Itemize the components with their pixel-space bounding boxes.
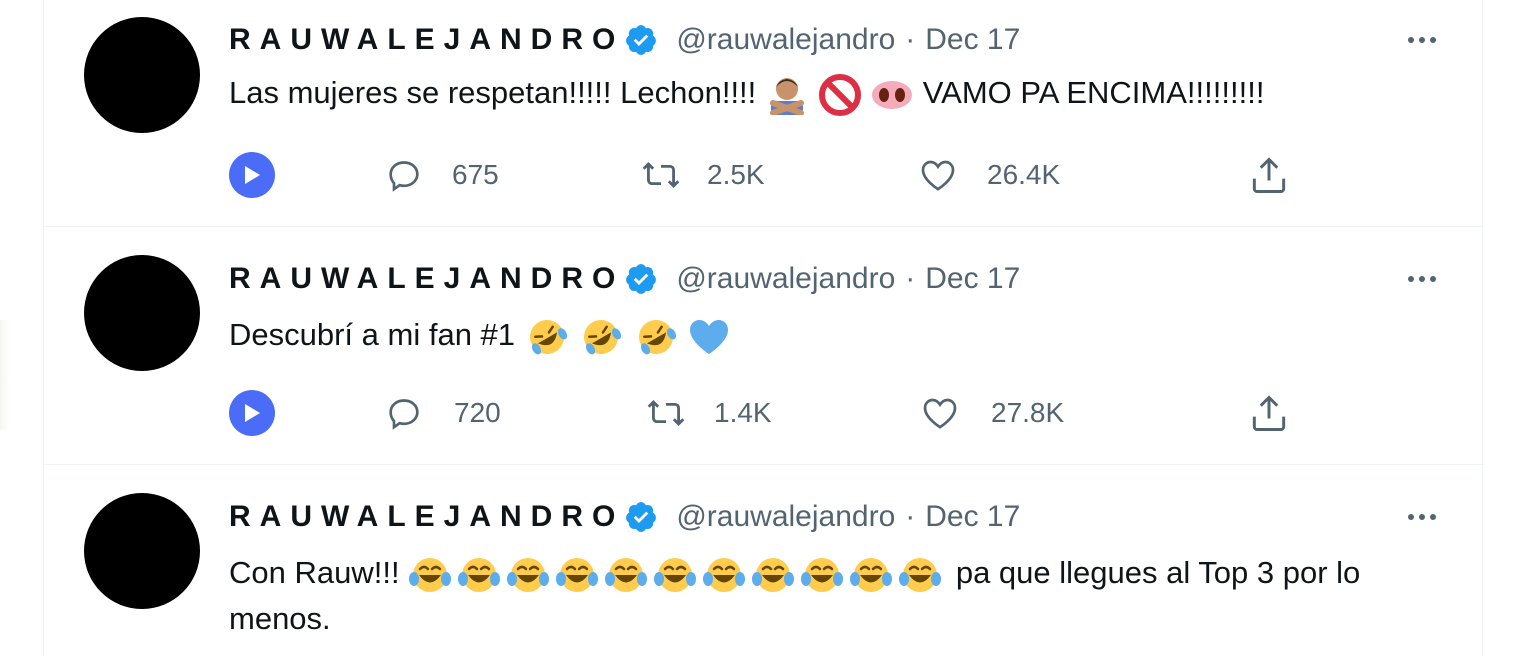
- tweet-header: RAUWALEJANDRO @rauwalejandro · Dec 17: [229, 20, 1020, 60]
- share-icon: [1252, 157, 1286, 193]
- prohibited-emoji: [818, 73, 861, 116]
- reply-count: 720: [454, 397, 501, 428]
- tweet[interactable]: RAUWALEJANDRO @rauwalejandro · Dec 17 La…: [44, 0, 1484, 227]
- tweet-actions: 720 1.4K 27.8K: [229, 390, 1289, 436]
- like-button[interactable]: 27.8K: [919, 390, 1064, 436]
- display-name[interactable]: RAUWALEJANDRO: [229, 23, 624, 57]
- retweet-icon: [642, 161, 680, 189]
- tweet[interactable]: RAUWALEJANDRO @rauwalejandro · Dec 17 De…: [44, 227, 1484, 465]
- tears-of-joy-emoji: [899, 557, 942, 592]
- heart-icon: [921, 160, 955, 191]
- tears-of-joy-emoji: [752, 557, 795, 592]
- retweet-count: 1.4K: [714, 397, 772, 428]
- person-gesturing-no-emoji: [769, 77, 804, 115]
- tears-of-joy-emoji: [654, 557, 697, 592]
- tears-of-joy-emoji: [507, 557, 550, 592]
- tweet-actions: 675 2.5K 26.4K: [229, 152, 1289, 198]
- tears-of-joy-emoji: [801, 557, 844, 592]
- more-options-icon[interactable]: [1400, 259, 1444, 299]
- separator: ·: [905, 23, 916, 56]
- like-button[interactable]: 26.4K: [917, 152, 1060, 198]
- pig-nose-emoji: [872, 80, 913, 109]
- tweet-header: RAUWALEJANDRO @rauwalejandro · Dec 17: [229, 259, 1020, 299]
- avatar[interactable]: [84, 17, 200, 133]
- handle[interactable]: @rauwalejandro: [676, 23, 895, 57]
- verified-badge-icon: [626, 25, 657, 55]
- handle[interactable]: @rauwalejandro: [676, 262, 895, 296]
- like-count: 26.4K: [987, 159, 1061, 190]
- tweet-text: Con Rauw!!! pa que llegues al Top 3 por …: [229, 550, 1449, 642]
- avatar[interactable]: [84, 493, 200, 609]
- tears-of-joy-emoji: [458, 557, 501, 592]
- tweet-header: RAUWALEJANDRO @rauwalejandro · Dec 17: [229, 497, 1020, 537]
- tweet-text-part: Con Rauw!!!: [229, 555, 400, 590]
- share-icon: [1252, 395, 1286, 431]
- tears-of-joy-emoji: [409, 557, 452, 592]
- verified-badge-icon: [626, 264, 657, 294]
- retweet-count: 2.5K: [707, 159, 765, 190]
- reply-button[interactable]: 675: [384, 152, 499, 198]
- tweet[interactable]: RAUWALEJANDRO @rauwalejandro · Dec 17 Co…: [44, 465, 1484, 656]
- tweet-text-part: Las mujeres se respetan!!!!! Lechon!!!!: [229, 75, 757, 110]
- timestamp[interactable]: Dec 17: [925, 262, 1020, 296]
- reply-icon: [389, 161, 419, 192]
- timestamp[interactable]: Dec 17: [925, 23, 1020, 57]
- retweet-button[interactable]: 2.5K: [639, 152, 765, 198]
- more-options-icon[interactable]: [1400, 497, 1444, 537]
- display-name[interactable]: RAUWALEJANDRO: [229, 262, 624, 296]
- share-button[interactable]: [1247, 390, 1291, 436]
- tweet-text-part: VAMO PA ENCIMA!!!!!!!!!: [922, 75, 1265, 110]
- reply-icon: [389, 399, 419, 430]
- avatar[interactable]: [84, 255, 200, 371]
- play-icon: [245, 166, 260, 184]
- heart-icon: [923, 398, 957, 429]
- rofl-emoji: [638, 319, 676, 355]
- blue-heart-emoji: [689, 319, 728, 354]
- tweet-feed: RAUWALEJANDRO @rauwalejandro · Dec 17 La…: [43, 0, 1484, 656]
- more-options-icon[interactable]: [1400, 20, 1444, 60]
- separator: ·: [905, 500, 916, 533]
- like-count: 27.8K: [991, 397, 1065, 428]
- play-button[interactable]: [229, 390, 275, 436]
- tweet-text: Las mujeres se respetan!!!!! Lechon!!!! …: [229, 70, 1449, 117]
- reply-count: 675: [452, 159, 499, 190]
- share-button[interactable]: [1247, 152, 1291, 198]
- left-edge-shadow: [0, 320, 10, 430]
- verified-badge-icon: [626, 502, 657, 532]
- emoji-group: [408, 555, 947, 592]
- tears-of-joy-emoji: [556, 557, 599, 592]
- play-button[interactable]: [229, 152, 275, 198]
- retweet-icon: [647, 399, 685, 427]
- tweet-text-part: Descubrí a mi fan #1: [229, 317, 516, 352]
- display-name[interactable]: RAUWALEJANDRO: [229, 500, 624, 534]
- timestamp[interactable]: Dec 17: [925, 500, 1020, 534]
- play-icon: [245, 404, 260, 422]
- rofl-emoji: [584, 319, 622, 355]
- rofl-emoji: [529, 319, 567, 355]
- tears-of-joy-emoji: [605, 557, 648, 592]
- separator: ·: [905, 262, 916, 295]
- reply-button[interactable]: 720: [384, 390, 501, 436]
- tweet-text: Descubrí a mi fan #1: [229, 312, 1449, 358]
- tears-of-joy-emoji: [850, 557, 893, 592]
- retweet-button[interactable]: 1.4K: [644, 390, 772, 436]
- handle[interactable]: @rauwalejandro: [676, 500, 895, 534]
- tears-of-joy-emoji: [703, 557, 746, 592]
